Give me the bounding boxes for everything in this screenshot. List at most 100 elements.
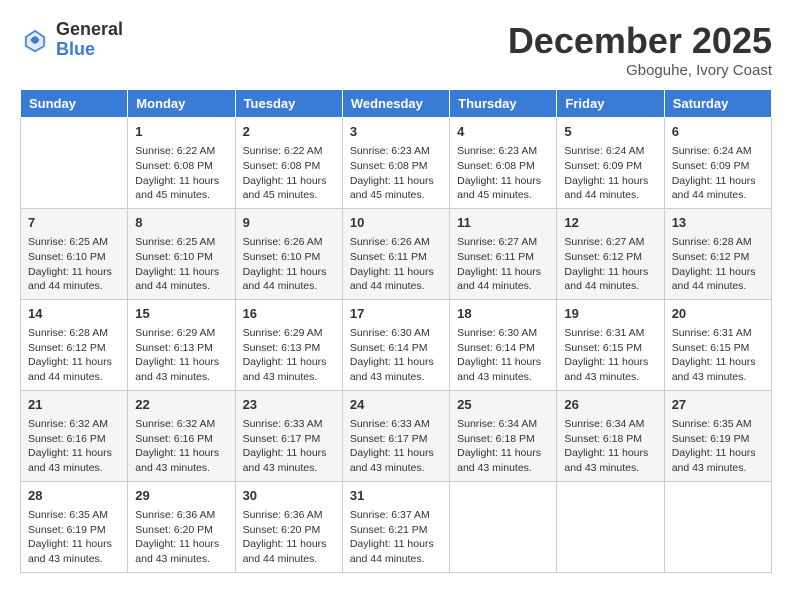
day-number: 26 [564,396,656,414]
day-number: 17 [350,305,442,323]
calendar-cell: 29Sunrise: 6:36 AM Sunset: 6:20 PM Dayli… [128,481,235,572]
calendar-cell: 28 Sunrise: 6:35 AM Sunset: 6:19 PM Dayli… [21,481,128,572]
calendar-week-row: 28 Sunrise: 6:35 AM Sunset: 6:19 PM Dayli… [21,481,772,572]
weekday-header-row: SundayMondayTuesdayWednesdayThursdayFrid… [21,90,772,118]
calendar-cell: 14 Sunrise: 6:28 AM Sunset: 6:12 PM Dayli… [21,299,128,390]
weekday-header: Friday [557,90,664,118]
day-number: 16 [243,305,335,323]
logo-text: General Blue [56,20,123,60]
calendar-cell: 12 Sunrise: 6:27 AM Sunset: 6:12 PM Dayli… [557,208,664,299]
calendar-cell [557,481,664,572]
day-number: 1 [135,123,227,141]
day-number: 13 [672,214,764,232]
weekday-header: Thursday [450,90,557,118]
calendar-week-row: 7 Sunrise: 6:25 AM Sunset: 6:10 PM Daylig… [21,208,772,299]
day-info: Sunrise: 6:34 AM Sunset: 6:18 PM Dayligh… [457,417,549,476]
location: Gboguhe, Ivory Coast [508,62,772,79]
day-number: 11 [457,214,549,232]
day-number: 18 [457,305,549,323]
day-number: 4 [457,123,549,141]
calendar-cell: 25 Sunrise: 6:34 AM Sunset: 6:18 PM Dayli… [450,390,557,481]
day-number: 5 [564,123,656,141]
day-number: 25 [457,396,549,414]
day-info: Sunrise: 6:22 AM Sunset: 6:08 PM Dayligh… [243,144,335,203]
calendar-cell: 19 Sunrise: 6:31 AM Sunset: 6:15 PM Dayli… [557,299,664,390]
day-info: Sunrise: 6:29 AM Sunset: 6:13 PM Dayligh… [243,326,335,385]
weekday-header: Wednesday [342,90,449,118]
day-info: Sunrise: 6:31 AM Sunset: 6:15 PM Dayligh… [564,326,656,385]
day-info: Sunrise: 6:25 AM Sunset: 6:10 PM Dayligh… [135,235,227,294]
day-number: 21 [28,396,120,414]
day-number: 23 [243,396,335,414]
calendar-week-row: 14 Sunrise: 6:28 AM Sunset: 6:12 PM Dayli… [21,299,772,390]
day-info: Sunrise: 6:36 AM Sunset: 6:20 PM Dayligh… [243,508,335,567]
calendar-cell: 15Sunrise: 6:29 AM Sunset: 6:13 PM Dayli… [128,299,235,390]
day-number: 22 [135,396,227,414]
day-info: Sunrise: 6:34 AM Sunset: 6:18 PM Dayligh… [564,417,656,476]
calendar-cell: 13 Sunrise: 6:28 AM Sunset: 6:12 PM Dayli… [664,208,771,299]
weekday-header: Monday [128,90,235,118]
day-info: Sunrise: 6:28 AM Sunset: 6:12 PM Dayligh… [28,326,120,385]
calendar-cell: 30Sunrise: 6:36 AM Sunset: 6:20 PM Dayli… [235,481,342,572]
day-number: 8 [135,214,227,232]
logo: General Blue [20,20,123,60]
calendar-cell: 26 Sunrise: 6:34 AM Sunset: 6:18 PM Dayli… [557,390,664,481]
calendar-cell: 9 Sunrise: 6:26 AM Sunset: 6:10 PM Daylig… [235,208,342,299]
day-number: 3 [350,123,442,141]
day-number: 28 [28,487,120,505]
day-info: Sunrise: 6:25 AM Sunset: 6:10 PM Dayligh… [28,235,120,294]
day-number: 6 [672,123,764,141]
calendar-cell: 11 Sunrise: 6:27 AM Sunset: 6:11 PM Dayli… [450,208,557,299]
day-info: Sunrise: 6:35 AM Sunset: 6:19 PM Dayligh… [28,508,120,567]
calendar-week-row: 1 Sunrise: 6:22 AM Sunset: 6:08 PM Daylig… [21,118,772,209]
day-number: 24 [350,396,442,414]
day-info: Sunrise: 6:26 AM Sunset: 6:11 PM Dayligh… [350,235,442,294]
calendar-week-row: 21 Sunrise: 6:32 AM Sunset: 6:16 PM Dayli… [21,390,772,481]
logo-blue: Blue [56,40,123,60]
logo-icon [20,25,50,55]
day-number: 19 [564,305,656,323]
month-title: December 2025 [508,20,772,62]
day-info: Sunrise: 6:22 AM Sunset: 6:08 PM Dayligh… [135,144,227,203]
page-header: General Blue December 2025 Gboguhe, Ivor… [20,20,772,79]
day-number: 14 [28,305,120,323]
calendar-cell: 17 Sunrise: 6:30 AM Sunset: 6:14 PM Dayli… [342,299,449,390]
day-number: 20 [672,305,764,323]
day-number: 9 [243,214,335,232]
calendar-cell: 20 Sunrise: 6:31 AM Sunset: 6:15 PM Dayli… [664,299,771,390]
day-info: Sunrise: 6:33 AM Sunset: 6:17 PM Dayligh… [350,417,442,476]
calendar-cell: 4Sunrise: 6:23 AM Sunset: 6:08 PM Daylig… [450,118,557,209]
calendar-cell [450,481,557,572]
calendar-cell: 7 Sunrise: 6:25 AM Sunset: 6:10 PM Daylig… [21,208,128,299]
calendar-cell: 6 Sunrise: 6:24 AM Sunset: 6:09 PM Daylig… [664,118,771,209]
logo-general: General [56,20,123,40]
calendar-cell: 2Sunrise: 6:22 AM Sunset: 6:08 PM Daylig… [235,118,342,209]
calendar-cell: 1 Sunrise: 6:22 AM Sunset: 6:08 PM Daylig… [128,118,235,209]
day-info: Sunrise: 6:30 AM Sunset: 6:14 PM Dayligh… [350,326,442,385]
day-info: Sunrise: 6:33 AM Sunset: 6:17 PM Dayligh… [243,417,335,476]
day-number: 31 [350,487,442,505]
calendar-cell: 22 Sunrise: 6:32 AM Sunset: 6:16 PM Dayli… [128,390,235,481]
day-number: 7 [28,214,120,232]
day-info: Sunrise: 6:23 AM Sunset: 6:08 PM Dayligh… [350,144,442,203]
day-info: Sunrise: 6:24 AM Sunset: 6:09 PM Dayligh… [564,144,656,203]
calendar-cell: 31 Sunrise: 6:37 AM Sunset: 6:21 PM Dayli… [342,481,449,572]
weekday-header: Tuesday [235,90,342,118]
calendar-cell: 5 Sunrise: 6:24 AM Sunset: 6:09 PM Daylig… [557,118,664,209]
day-info: Sunrise: 6:28 AM Sunset: 6:12 PM Dayligh… [672,235,764,294]
calendar-cell: 10Sunrise: 6:26 AM Sunset: 6:11 PM Dayli… [342,208,449,299]
day-info: Sunrise: 6:27 AM Sunset: 6:11 PM Dayligh… [457,235,549,294]
day-info: Sunrise: 6:31 AM Sunset: 6:15 PM Dayligh… [672,326,764,385]
weekday-header: Saturday [664,90,771,118]
day-info: Sunrise: 6:35 AM Sunset: 6:19 PM Dayligh… [672,417,764,476]
day-info: Sunrise: 6:32 AM Sunset: 6:16 PM Dayligh… [135,417,227,476]
day-info: Sunrise: 6:27 AM Sunset: 6:12 PM Dayligh… [564,235,656,294]
day-info: Sunrise: 6:36 AM Sunset: 6:20 PM Dayligh… [135,508,227,567]
day-info: Sunrise: 6:26 AM Sunset: 6:10 PM Dayligh… [243,235,335,294]
calendar-cell: 21Sunrise: 6:32 AM Sunset: 6:16 PM Dayli… [21,390,128,481]
day-info: Sunrise: 6:37 AM Sunset: 6:21 PM Dayligh… [350,508,442,567]
day-number: 12 [564,214,656,232]
weekday-header: Sunday [21,90,128,118]
day-info: Sunrise: 6:24 AM Sunset: 6:09 PM Dayligh… [672,144,764,203]
day-number: 15 [135,305,227,323]
